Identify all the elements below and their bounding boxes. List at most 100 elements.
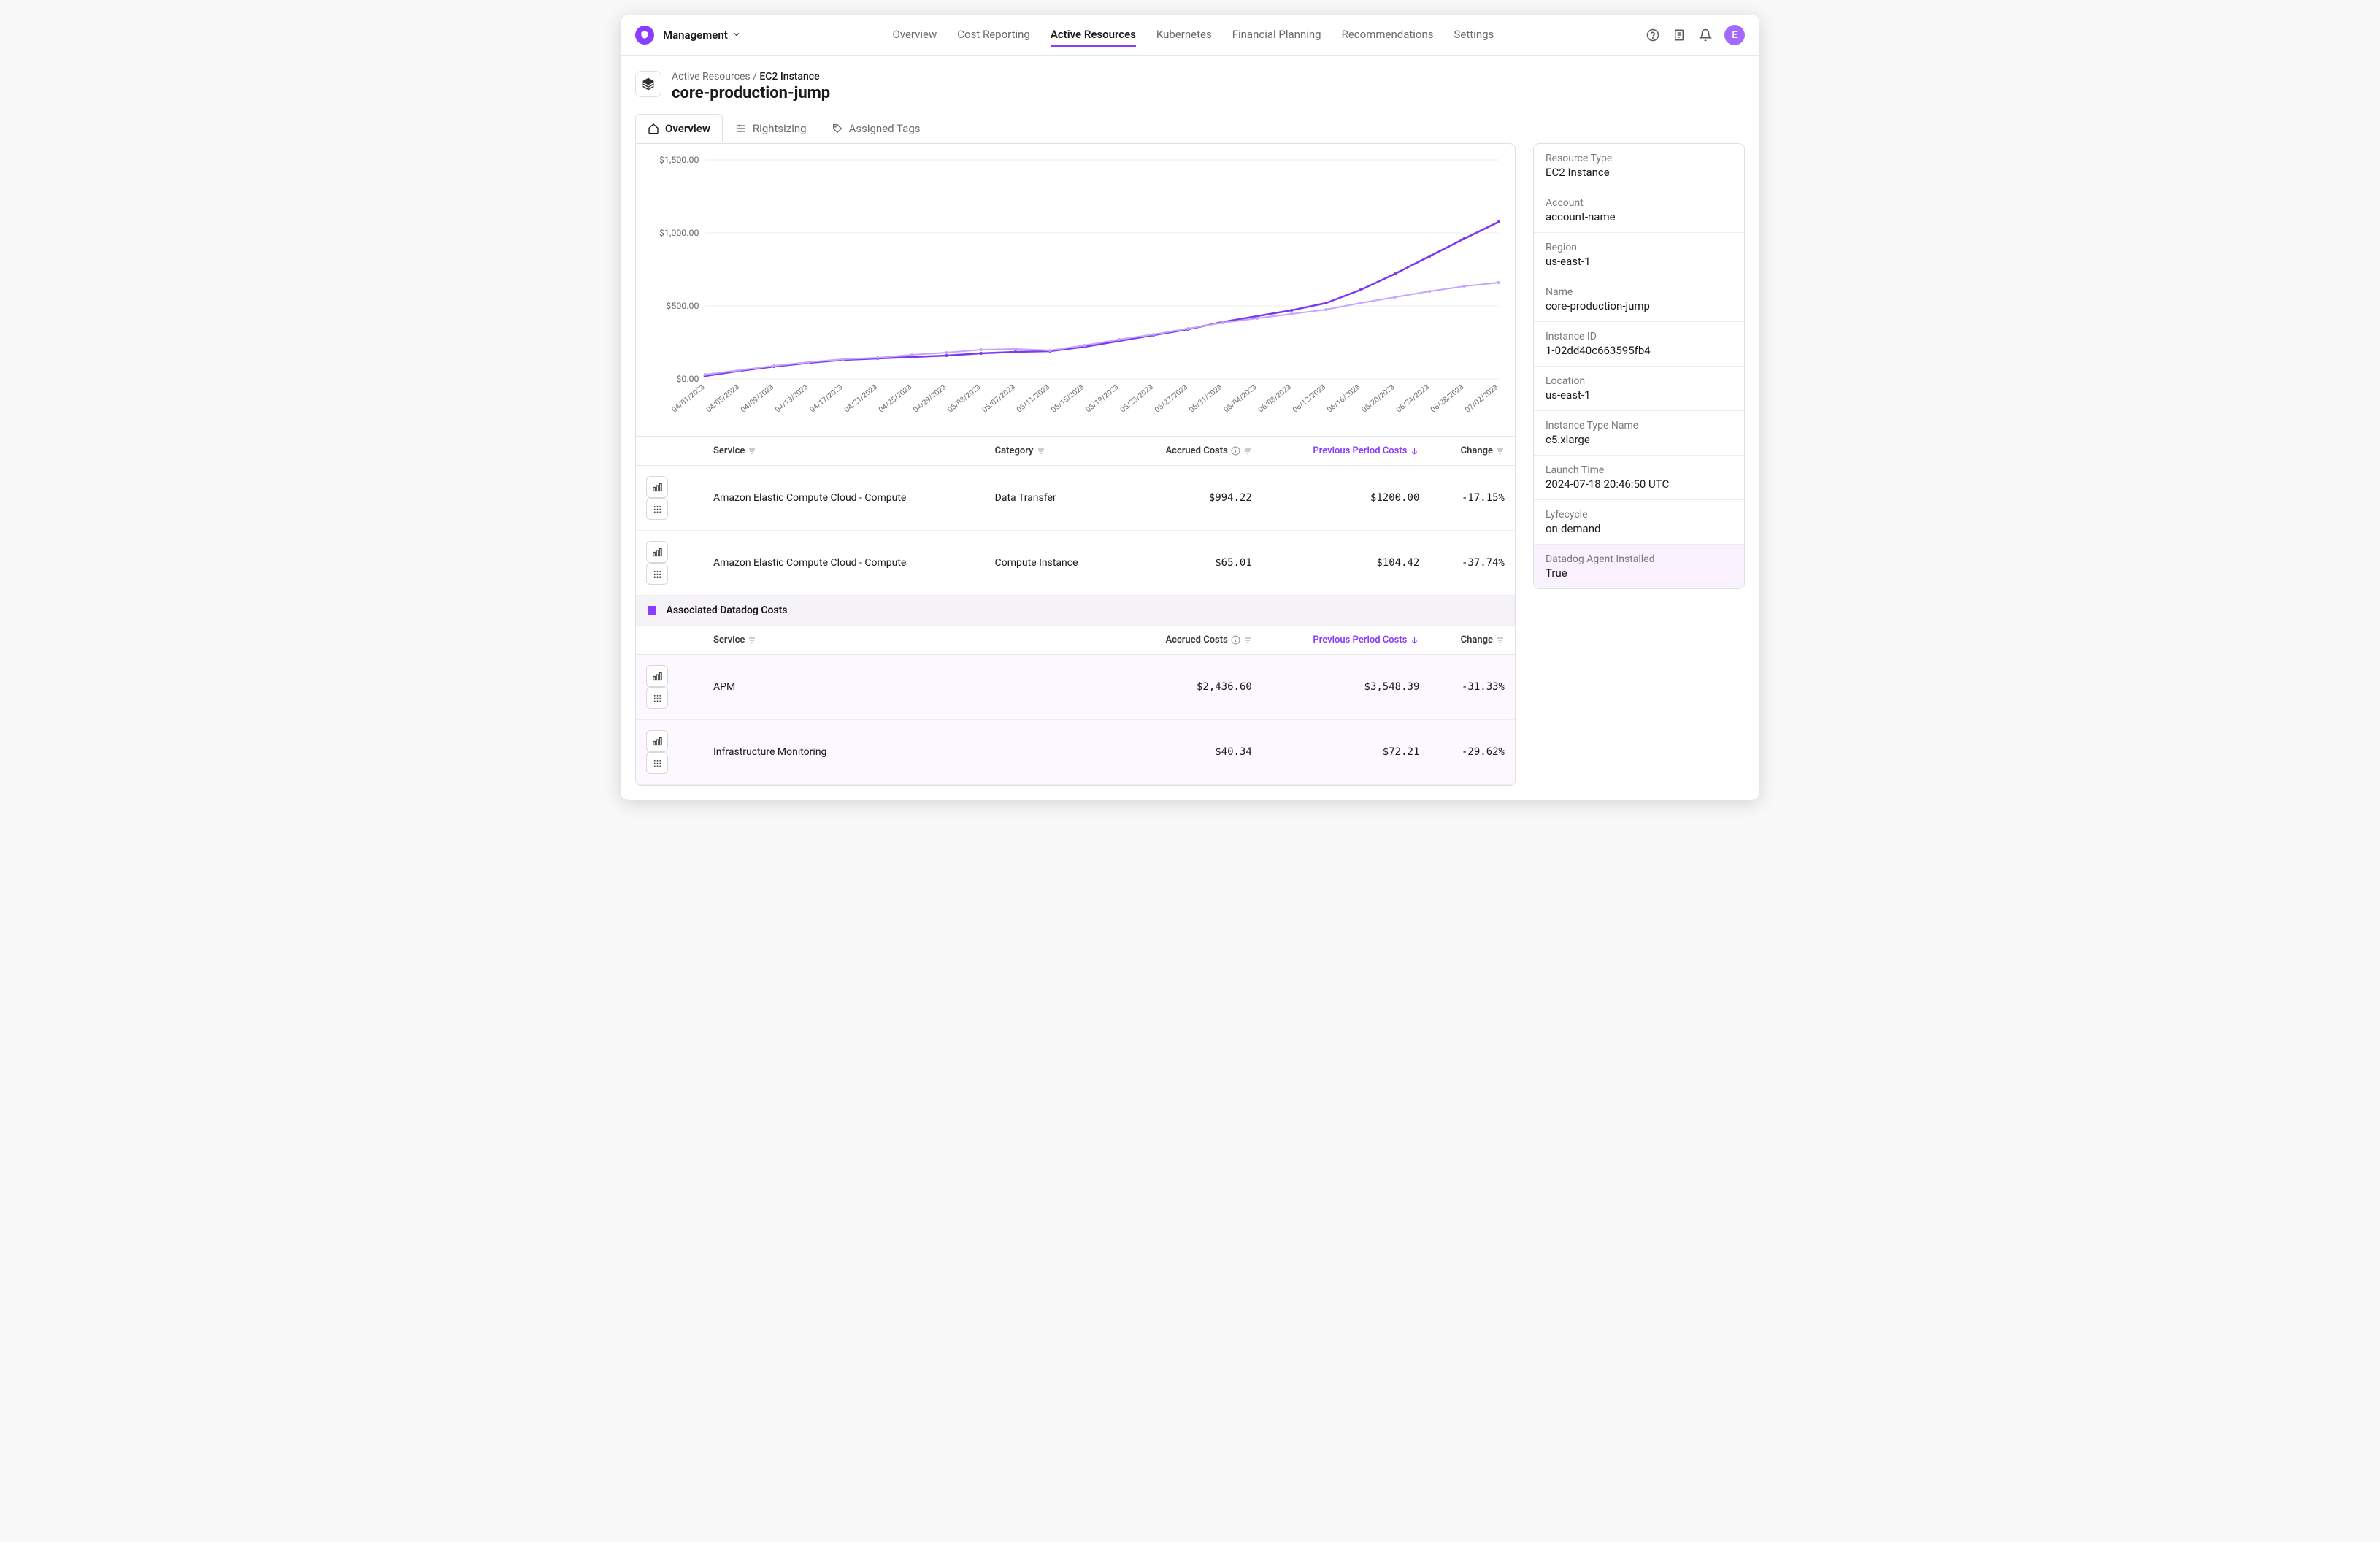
meta-value: EC2 Instance: [1546, 166, 1732, 179]
view-chart-button[interactable]: [646, 665, 668, 687]
breadcrumb: Active Resources / EC2 Instance: [672, 71, 830, 83]
svg-text:06/24/2023: 06/24/2023: [1395, 383, 1432, 415]
datadog-section-header: Associated Datadog Costs: [636, 596, 1515, 626]
breadcrumb-type: EC2 Instance: [759, 71, 819, 83]
resource-meta-card: Resource TypeEC2 InstanceAccountaccount-…: [1533, 143, 1745, 589]
grid-button[interactable]: [646, 687, 668, 709]
col-service[interactable]: Service: [703, 437, 985, 466]
view-chart-button[interactable]: [646, 730, 668, 752]
nav-active-resources[interactable]: Active Resources: [1051, 23, 1136, 47]
cell-accrued: $994.22: [1121, 466, 1262, 531]
svg-text:$1,500.00: $1,500.00: [659, 155, 699, 165]
cell-accrued: $2,436.60: [1121, 655, 1262, 720]
sort-icon: [1496, 447, 1505, 456]
meta-label: Resource Type: [1546, 153, 1732, 164]
col-change[interactable]: Change: [1429, 626, 1515, 655]
meta-label: Launch Time: [1546, 464, 1732, 476]
nav-financial-planning[interactable]: Financial Planning: [1232, 23, 1321, 47]
cell-previous: $72.21: [1262, 720, 1430, 785]
view-chart-button[interactable]: [646, 541, 668, 563]
nav-cost-reporting[interactable]: Cost Reporting: [957, 23, 1030, 47]
col-change[interactable]: Change: [1429, 437, 1515, 466]
svg-text:04/17/2023: 04/17/2023: [808, 383, 845, 415]
avatar-initial: E: [1732, 30, 1737, 41]
page-title: core-production-jump: [672, 84, 830, 102]
svg-text:04/25/2023: 04/25/2023: [878, 383, 914, 415]
svg-text:06/16/2023: 06/16/2023: [1326, 383, 1362, 415]
sort-icon: [748, 636, 756, 645]
meta-row: Instance ID1-02dd40c663595fb4: [1534, 322, 1744, 367]
svg-text:06/28/2023: 06/28/2023: [1429, 383, 1466, 415]
detail-tabs: OverviewRightsizingAssigned Tags: [635, 114, 1745, 143]
svg-text:04/29/2023: 04/29/2023: [912, 383, 948, 415]
tab-overview[interactable]: Overview: [635, 114, 723, 142]
help-icon[interactable]: [1646, 28, 1660, 42]
col-previous[interactable]: Previous Period Costs: [1262, 437, 1430, 466]
cell-service: Amazon Elastic Compute Cloud - Compute: [703, 466, 985, 531]
grid-button[interactable]: [646, 752, 668, 774]
meta-row: Lyfecycleon-demand: [1534, 500, 1744, 545]
svg-text:05/27/2023: 05/27/2023: [1153, 383, 1190, 415]
tab-rightsizing[interactable]: Rightsizing: [723, 114, 819, 142]
cell-change: -37.74%: [1429, 531, 1515, 596]
cost-chart: $0.00$500.00$1,000.00$1,500.0004/01/2023…: [636, 144, 1515, 436]
chevron-down-icon: [732, 28, 741, 42]
cell-change: -17.15%: [1429, 466, 1515, 531]
meta-row: Instance Type Name c5.xlarge: [1534, 411, 1744, 456]
nav-settings[interactable]: Settings: [1454, 23, 1494, 47]
meta-row: Resource Type EC2 Instance: [1534, 144, 1744, 188]
meta-label: Location: [1546, 375, 1732, 387]
nav-overview[interactable]: Overview: [892, 23, 937, 47]
meta-value: on-demand: [1546, 522, 1732, 535]
svg-text:05/07/2023: 05/07/2023: [981, 383, 1018, 415]
table-row: Amazon Elastic Compute Cloud - ComputeCo…: [636, 531, 1515, 596]
user-avatar[interactable]: E: [1724, 25, 1745, 45]
col-previous[interactable]: Previous Period Costs: [1262, 626, 1430, 655]
cell-previous: $104.42: [1262, 531, 1430, 596]
table-row: Amazon Elastic Compute Cloud - ComputeDa…: [636, 466, 1515, 531]
svg-text:05/03/2023: 05/03/2023: [946, 383, 983, 415]
sort-icon: [1243, 447, 1252, 456]
svg-text:06/08/2023: 06/08/2023: [1257, 383, 1294, 415]
svg-text:05/15/2023: 05/15/2023: [1050, 383, 1086, 415]
col-category[interactable]: Category: [985, 437, 1121, 466]
col-service[interactable]: Service: [703, 626, 985, 655]
workspace-name: Management: [663, 28, 728, 42]
cell-accrued: $65.01: [1121, 531, 1262, 596]
sort-icon: [1037, 447, 1045, 456]
meta-value: us-east-1: [1546, 255, 1732, 268]
cell-change: -31.33%: [1429, 655, 1515, 720]
tab-assigned-tags[interactable]: Assigned Tags: [819, 114, 933, 142]
cell-accrued: $40.34: [1121, 720, 1262, 785]
info-icon: [1231, 446, 1240, 456]
col-accrued[interactable]: Accrued Costs: [1121, 437, 1262, 466]
meta-value: 2024-07-18 20:46:50 UTC: [1546, 477, 1732, 491]
meta-label: Lyfecycle: [1546, 509, 1732, 521]
app-logo[interactable]: [635, 26, 654, 45]
meta-label: Datadog Agent Installed: [1546, 553, 1732, 565]
meta-value: c5.xlarge: [1546, 433, 1732, 446]
svg-text:04/09/2023: 04/09/2023: [740, 383, 776, 415]
meta-label: Region: [1546, 242, 1732, 253]
workspace-selector[interactable]: Management: [663, 28, 741, 42]
breadcrumb-parent[interactable]: Active Resources: [672, 71, 751, 83]
svg-text:05/11/2023: 05/11/2023: [1016, 383, 1052, 415]
meta-label: Instance Type Name: [1546, 420, 1732, 431]
col-accrued[interactable]: Accrued Costs: [1121, 626, 1262, 655]
cell-change: -29.62%: [1429, 720, 1515, 785]
meta-value: us-east-1: [1546, 388, 1732, 402]
svg-text:04/05/2023: 04/05/2023: [705, 383, 742, 415]
notes-icon[interactable]: [1672, 28, 1686, 42]
bell-icon[interactable]: [1698, 28, 1713, 42]
grid-button[interactable]: [646, 498, 668, 520]
nav-kubernetes[interactable]: Kubernetes: [1156, 23, 1212, 47]
nav-recommendations[interactable]: Recommendations: [1342, 23, 1434, 47]
grid-button[interactable]: [646, 563, 668, 585]
meta-label: Instance ID: [1546, 331, 1732, 342]
svg-text:$1,000.00: $1,000.00: [659, 228, 699, 238]
sort-icon: [1496, 636, 1505, 645]
view-chart-button[interactable]: [646, 476, 668, 498]
svg-text:05/19/2023: 05/19/2023: [1085, 383, 1121, 415]
cell-service: APM: [703, 655, 985, 720]
top-nav: Overview Cost Reporting Active Resources Ku…: [892, 23, 1494, 47]
